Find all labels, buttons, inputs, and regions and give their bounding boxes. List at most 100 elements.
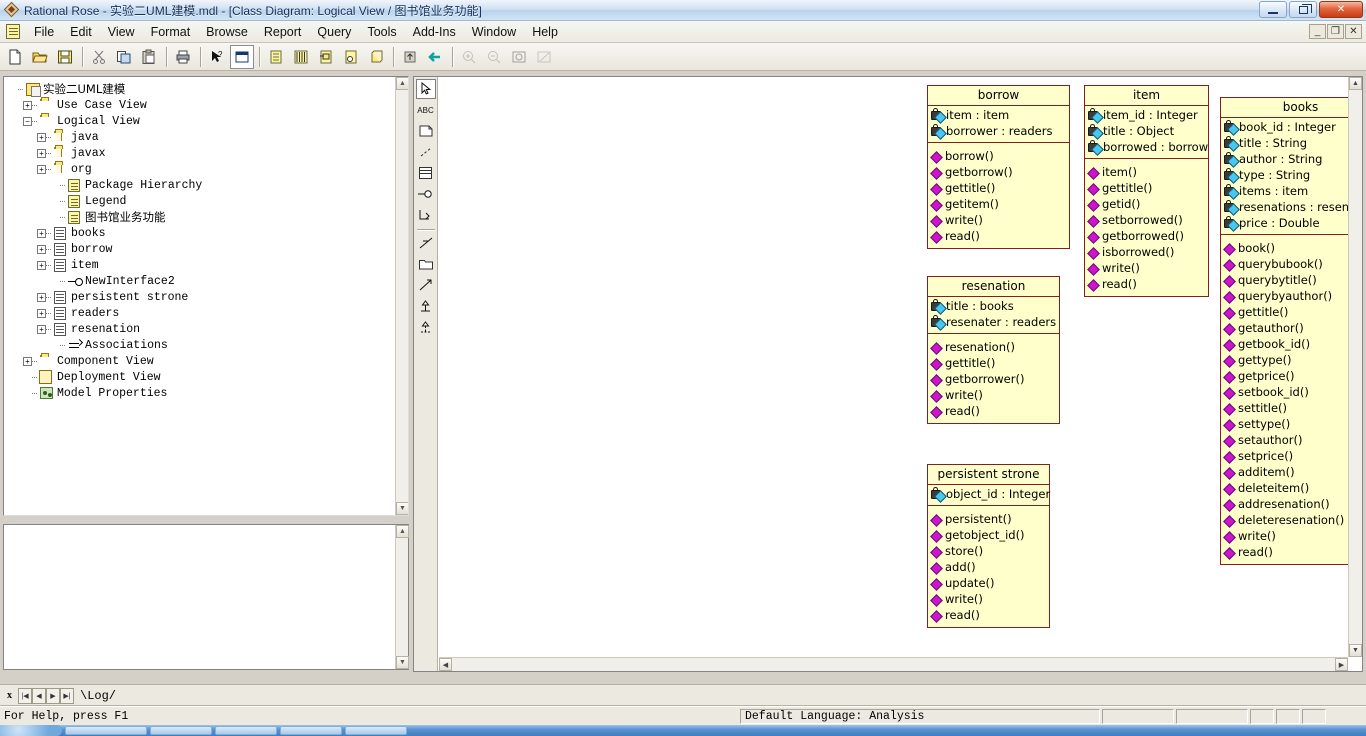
browse-component-diagram-icon[interactable] (339, 45, 363, 69)
uml-operation-row[interactable]: setbook_id() (1224, 384, 1348, 400)
mdi-restore-button[interactable]: ❐ (1327, 24, 1344, 39)
uml-operation-row[interactable]: getborrow() (931, 164, 1066, 180)
uml-operation-row[interactable]: deleteitem() (1224, 480, 1348, 496)
new-document-icon[interactable] (3, 45, 27, 69)
tree-item[interactable]: 实验二UML建模 (9, 81, 394, 97)
menu-item-help[interactable]: Help (524, 23, 566, 41)
uml-operation-row[interactable]: write() (931, 387, 1056, 403)
uml-operation-row[interactable]: querybyauthor() (1224, 288, 1348, 304)
uml-operation-row[interactable]: settype() (1224, 416, 1348, 432)
tree-item[interactable]: + java (9, 129, 394, 145)
hscroll-left-arrow[interactable]: ◀ (439, 658, 452, 671)
vscroll-up-arrow[interactable]: ▲ (1349, 77, 1362, 90)
menu-item-addins[interactable]: Add-Ins (405, 23, 464, 41)
tree-item[interactable]: Associations (9, 337, 394, 353)
documentation-panel[interactable]: ▲ ▼ (3, 524, 409, 670)
uml-operation-row[interactable]: gettitle() (931, 355, 1056, 371)
tree-item[interactable]: Package Hierarchy (9, 177, 394, 193)
uml-operation-row[interactable]: gettitle() (1088, 180, 1205, 196)
class-tool[interactable] (416, 163, 436, 183)
start-button[interactable] (0, 725, 62, 736)
expand-plus-icon[interactable]: + (23, 356, 32, 366)
uml-operation-row[interactable]: read() (931, 228, 1066, 244)
uml-operation-row[interactable]: borrow() (931, 148, 1066, 164)
browse-deployment-diagram-icon[interactable] (364, 45, 388, 69)
tree-item[interactable]: 图书馆业务功能 (9, 209, 394, 225)
uml-operation-row[interactable]: getitem() (931, 196, 1066, 212)
paste-clipboard-icon[interactable] (137, 45, 161, 69)
note-tool[interactable] (416, 121, 436, 141)
uml-attribute-row[interactable]: title : Object (1088, 123, 1205, 139)
uml-attribute-row[interactable]: author : String (1224, 151, 1348, 167)
uml-operation-row[interactable]: gettitle() (931, 180, 1066, 196)
tree-item[interactable]: + readers (9, 305, 394, 321)
log-first-button[interactable]: |◀ (18, 687, 32, 704)
uml-class-borrow[interactable]: borrow item : item borrower : readers borro… (927, 85, 1070, 249)
tree-item[interactable]: + item (9, 257, 394, 273)
tree-item[interactable]: Deployment View (9, 369, 394, 385)
uml-operation-row[interactable]: read() (1224, 544, 1348, 560)
diagram-canvas[interactable]: borrow item : item borrower : readers borro… (439, 77, 1348, 657)
browse-previous-diagram-icon[interactable] (423, 45, 447, 69)
expand-plus-icon[interactable]: + (37, 260, 46, 270)
menu-item-browse[interactable]: Browse (198, 23, 256, 41)
package-tool[interactable] (416, 254, 436, 274)
uml-operation-row[interactable]: item() (1088, 164, 1205, 180)
uml-operation-row[interactable]: read() (1088, 276, 1205, 292)
tree-item[interactable]: + persistent strone (9, 289, 394, 305)
uml-operation-row[interactable]: write() (931, 212, 1066, 228)
menu-item-tools[interactable]: Tools (359, 23, 404, 41)
uml-operation-row[interactable]: isborrowed() (1088, 244, 1205, 260)
uml-operation-row[interactable]: additem() (1224, 464, 1348, 480)
expand-plus-icon[interactable]: + (37, 228, 46, 238)
tree-item[interactable]: + Component View (9, 353, 394, 369)
uml-attribute-row[interactable]: price : Double (1224, 215, 1348, 231)
uml-attribute-row[interactable]: type : String (1224, 167, 1348, 183)
browse-class-diagram-icon[interactable] (230, 44, 254, 69)
uml-operation-row[interactable]: querybubook() (1224, 256, 1348, 272)
tree-item[interactable]: + javax (9, 145, 394, 161)
uml-operation-row[interactable]: write() (931, 591, 1046, 607)
selection-arrow-tool[interactable] (415, 79, 436, 99)
uml-operation-row[interactable]: resenation() (931, 339, 1056, 355)
print-icon[interactable] (171, 45, 195, 69)
browse-specification-icon[interactable] (264, 45, 288, 69)
generalization-tool[interactable] (416, 296, 436, 316)
uml-operation-row[interactable]: setborrowed() (1088, 212, 1205, 228)
doc-scroll-down-arrow[interactable]: ▼ (396, 656, 409, 669)
uml-operation-row[interactable]: deleteresenation() (1224, 512, 1348, 528)
tree-item[interactable]: + org (9, 161, 394, 177)
menu-item-format[interactable]: Format (143, 23, 199, 41)
dependency-tool[interactable] (416, 275, 436, 295)
expand-plus-icon[interactable]: + (37, 244, 46, 254)
save-disk-icon[interactable] (53, 45, 77, 69)
uml-attribute-row[interactable]: item_id : Integer (1088, 107, 1205, 123)
log-close-button[interactable]: x (4, 688, 15, 704)
vscroll-down-arrow[interactable]: ▼ (1349, 644, 1362, 657)
anchor-note-to-item-tool[interactable] (416, 142, 436, 162)
menu-item-edit[interactable]: Edit (62, 23, 100, 41)
uml-operation-row[interactable]: querybytitle() (1224, 272, 1348, 288)
uml-attribute-row[interactable]: item : item (931, 107, 1066, 123)
expand-plus-icon[interactable]: + (37, 292, 46, 302)
tree-item[interactable]: + borrow (9, 241, 394, 257)
uml-operation-row[interactable]: setprice() (1224, 448, 1348, 464)
interface-tool[interactable] (416, 184, 436, 204)
browse-interaction-diagram-icon[interactable] (289, 45, 313, 69)
taskbar-item-5[interactable] (345, 726, 407, 735)
uml-attribute-row[interactable]: object_id : Integer (931, 486, 1050, 502)
menu-item-view[interactable]: View (100, 23, 143, 41)
doc-scroll-up-arrow[interactable]: ▲ (396, 525, 409, 538)
uml-class-books[interactable]: books book_id : Integer title : String auth… (1220, 97, 1348, 565)
expand-plus-icon[interactable]: + (37, 132, 46, 142)
documentation-vertical-scrollbar[interactable]: ▲ ▼ (395, 525, 409, 669)
uml-operation-row[interactable]: update() (931, 575, 1046, 591)
expand-plus-icon[interactable]: + (37, 148, 46, 158)
uml-operation-row[interactable]: persistent() (931, 511, 1046, 527)
expand-plus-icon[interactable]: + (37, 164, 46, 174)
tree-item[interactable]: + resenation (9, 321, 394, 337)
uml-operation-row[interactable]: addresenation() (1224, 496, 1348, 512)
browse-parent-icon[interactable] (398, 45, 422, 69)
uml-operation-row[interactable]: getborrower() (931, 371, 1056, 387)
uml-attribute-row[interactable]: borrowed : borrow (1088, 139, 1208, 155)
